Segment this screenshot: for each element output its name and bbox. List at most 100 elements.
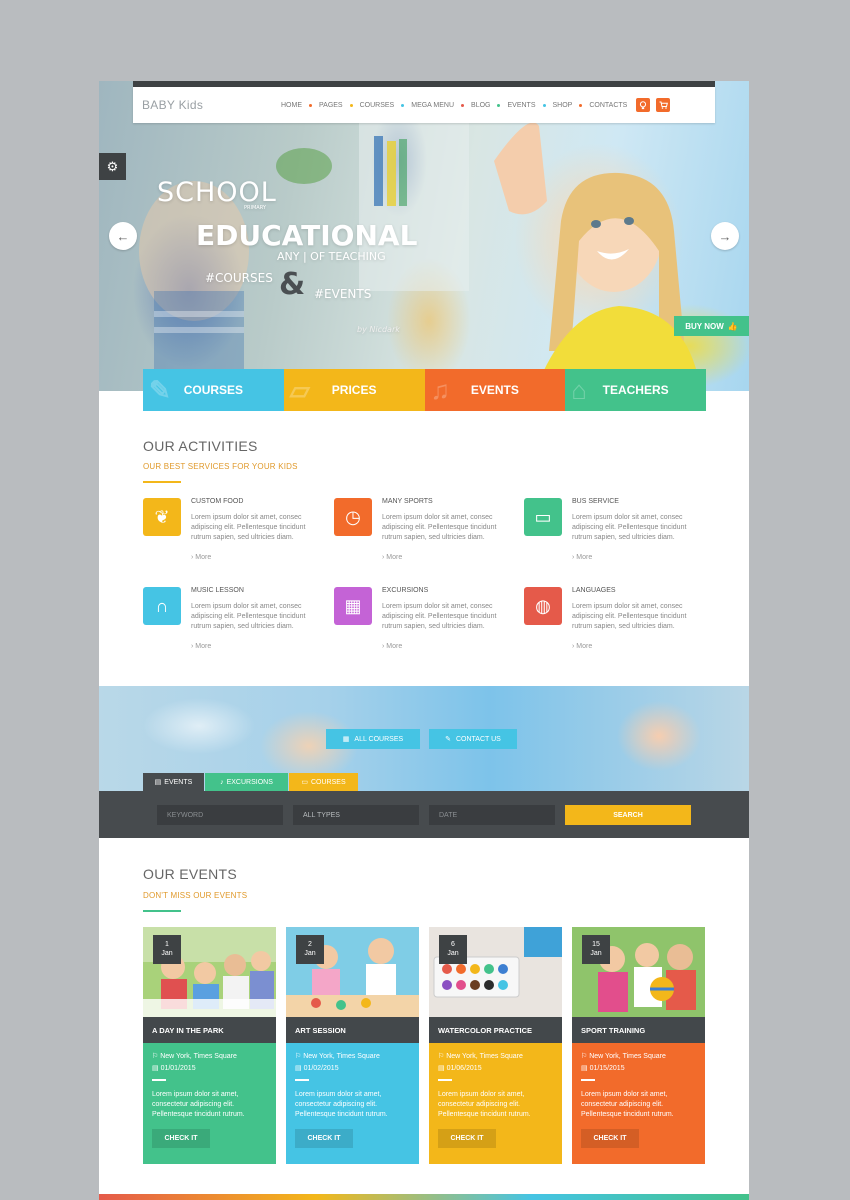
activity-text: Lorem ipsum dolor sit amet, consec adipi… [191, 514, 306, 541]
graduation-cap-icon: ⌂ [571, 375, 587, 405]
ticket-icon: ▱ [289, 375, 310, 405]
lightbulb-icon[interactable] [636, 98, 651, 112]
activity-bus-service: ▭ BUS SERVICE Lorem ipsum dolor sit amet… [524, 498, 704, 578]
nav-contacts[interactable]: CONTACTS [584, 102, 632, 109]
event-card: 6 Jan WATERCOLOR PRACTICE ⚐ New York, Tim… [429, 927, 562, 1164]
event-text: Lorem ipsum dolor sit amet, consectetur … [581, 1091, 674, 1118]
event-date-badge: 15 Jan [582, 935, 610, 964]
tab-label: EVENTS [164, 778, 193, 786]
event-body: ⚐ New York, Times Square ▤ 01/02/2015 Lo… [286, 1043, 419, 1164]
event-date: ▤ 01/02/2015 [295, 1065, 339, 1072]
hero-courses: #COURSES [205, 271, 273, 285]
all-courses-label: ALL COURSES [354, 735, 404, 743]
nav-shop[interactable]: SHOP [548, 102, 578, 109]
activity-text: Lorem ipsum dolor sit amet, consec adipi… [382, 603, 497, 630]
activities-subtitle: OUR BEST SERVICES FOR YOUR KIDS [143, 462, 298, 471]
tab-label: EXCURSIONS [226, 778, 273, 786]
pencil-icon: ✎ [149, 375, 171, 405]
check-it-button[interactable]: CHECK IT [295, 1129, 353, 1148]
event-title[interactable]: ART SESSION [286, 1017, 419, 1043]
buy-now-label: BUY NOW [685, 321, 724, 331]
more-link[interactable]: › More [191, 554, 211, 561]
event-title[interactable]: SPORT TRAINING [572, 1017, 705, 1043]
event-title[interactable]: WATERCOLOR PRACTICE [429, 1017, 562, 1043]
stopwatch-icon: ◷ [334, 498, 372, 536]
event-body: ⚐ New York, Times Square ▤ 01/06/2015 Lo… [429, 1043, 562, 1164]
slider-next-button[interactable]: → [711, 222, 739, 250]
buy-now-button[interactable]: BUY NOW 👍 [674, 316, 749, 336]
nav-blog[interactable]: BLOG [466, 102, 495, 109]
music-icon: ♫ [430, 375, 451, 405]
bottom-strip [99, 1194, 749, 1200]
activity-many-sports: ◷ MANY SPORTS Lorem ipsum dolor sit amet… [334, 498, 514, 578]
tab-courses[interactable]: ▭ COURSES [289, 773, 358, 791]
event-photo: 2 Jan [286, 927, 419, 1017]
search-button[interactable]: SEARCH [565, 805, 691, 825]
chat-icon: ▭ [301, 779, 308, 786]
activity-title: EXCURSIONS [382, 587, 429, 594]
type-select[interactable]: ALL TYPES [293, 805, 419, 825]
date-input[interactable]: DATE [429, 805, 555, 825]
more-link[interactable]: › More [382, 554, 402, 561]
tile-teachers[interactable]: ⌂ TEACHERS [565, 369, 706, 411]
map-icon: ▦ [334, 587, 372, 625]
check-it-button[interactable]: CHECK IT [581, 1129, 639, 1148]
tile-label: TEACHERS [602, 383, 669, 397]
hero-events: #EVENTS [314, 287, 372, 301]
nav-home[interactable]: HOME [276, 102, 307, 109]
tab-label: COURSES [311, 778, 346, 786]
contact-us-label: CONTACT US [456, 735, 501, 743]
hero-primary: PRIMARY [244, 205, 266, 211]
contact-us-button[interactable]: ✎ CONTACT US [429, 729, 517, 749]
hero-school: SCHOOL [157, 177, 277, 208]
hero-any-teaching: ANY | OF TEACHING [277, 250, 386, 263]
divider [438, 1079, 452, 1081]
tile-prices[interactable]: ▱ PRICES [283, 369, 425, 411]
event-date-badge: 6 Jan [439, 935, 467, 964]
event-photo: 1 Jan [143, 927, 276, 1017]
more-link[interactable]: › More [382, 643, 402, 650]
check-it-button[interactable]: CHECK IT [438, 1129, 496, 1148]
cart-icon[interactable] [656, 98, 671, 112]
globe-icon: ◍ [524, 587, 562, 625]
feature-tiles: ✎ COURSES ▱ PRICES ♫ EVENTS ⌂ TEACHERS [143, 369, 706, 411]
page: BABY Kids HOME PAGES COURSES MEGA MENU B… [99, 81, 749, 1200]
activity-text: Lorem ipsum dolor sit amet, consec adipi… [572, 603, 687, 630]
more-link[interactable]: › More [191, 643, 211, 650]
event-photo: 6 Jan [429, 927, 562, 1017]
activities-underline [143, 481, 181, 483]
event-title[interactable]: A DAY IN THE PARK [143, 1017, 276, 1043]
more-link[interactable]: › More [572, 643, 592, 650]
event-text: Lorem ipsum dolor sit amet, consectetur … [152, 1091, 245, 1118]
activity-title: LANGUAGES [572, 587, 616, 594]
nav-courses[interactable]: COURSES [355, 102, 400, 109]
pencil-icon: ✎ [445, 736, 451, 743]
bus-icon: ▭ [524, 498, 562, 536]
hero-ampersand: & [279, 267, 306, 302]
nav-mega-menu[interactable]: MEGA MENU [406, 102, 459, 109]
more-label: More [386, 554, 403, 561]
more-label: More [386, 643, 403, 650]
tile-courses[interactable]: ✎ COURSES [143, 369, 284, 411]
slider-prev-button[interactable]: ← [109, 222, 137, 250]
check-it-button[interactable]: CHECK IT [152, 1129, 210, 1148]
gear-icon: ⚙ [106, 158, 119, 174]
tab-events[interactable]: ▤ EVENTS [143, 773, 204, 791]
main-nav: BABY Kids HOME PAGES COURSES MEGA MENU B… [133, 87, 715, 123]
tab-excursions[interactable]: ♪ EXCURSIONS [205, 773, 288, 791]
event-location: ⚐ New York, Times Square [438, 1053, 523, 1060]
nav-pages[interactable]: PAGES [314, 102, 348, 109]
more-label: More [576, 643, 593, 650]
tile-events[interactable]: ♫ EVENTS [424, 369, 566, 411]
activity-text: Lorem ipsum dolor sit amet, consec adipi… [382, 514, 497, 541]
settings-gear-button[interactable]: ⚙ [99, 153, 126, 180]
site-logo[interactable]: BABY Kids [142, 98, 262, 112]
thumbs-up-icon: 👍 [727, 321, 738, 331]
nav-dot [497, 103, 501, 107]
tile-label: PRICES [331, 383, 377, 397]
event-card: 15 Jan SPORT TRAINING ⚐ New York, Times S… [572, 927, 705, 1164]
all-courses-button[interactable]: ▦ ALL COURSES [326, 729, 420, 749]
keyword-input[interactable]: KEYWORD [157, 805, 283, 825]
nav-events[interactable]: EVENTS [502, 102, 540, 109]
more-link[interactable]: › More [572, 554, 592, 561]
